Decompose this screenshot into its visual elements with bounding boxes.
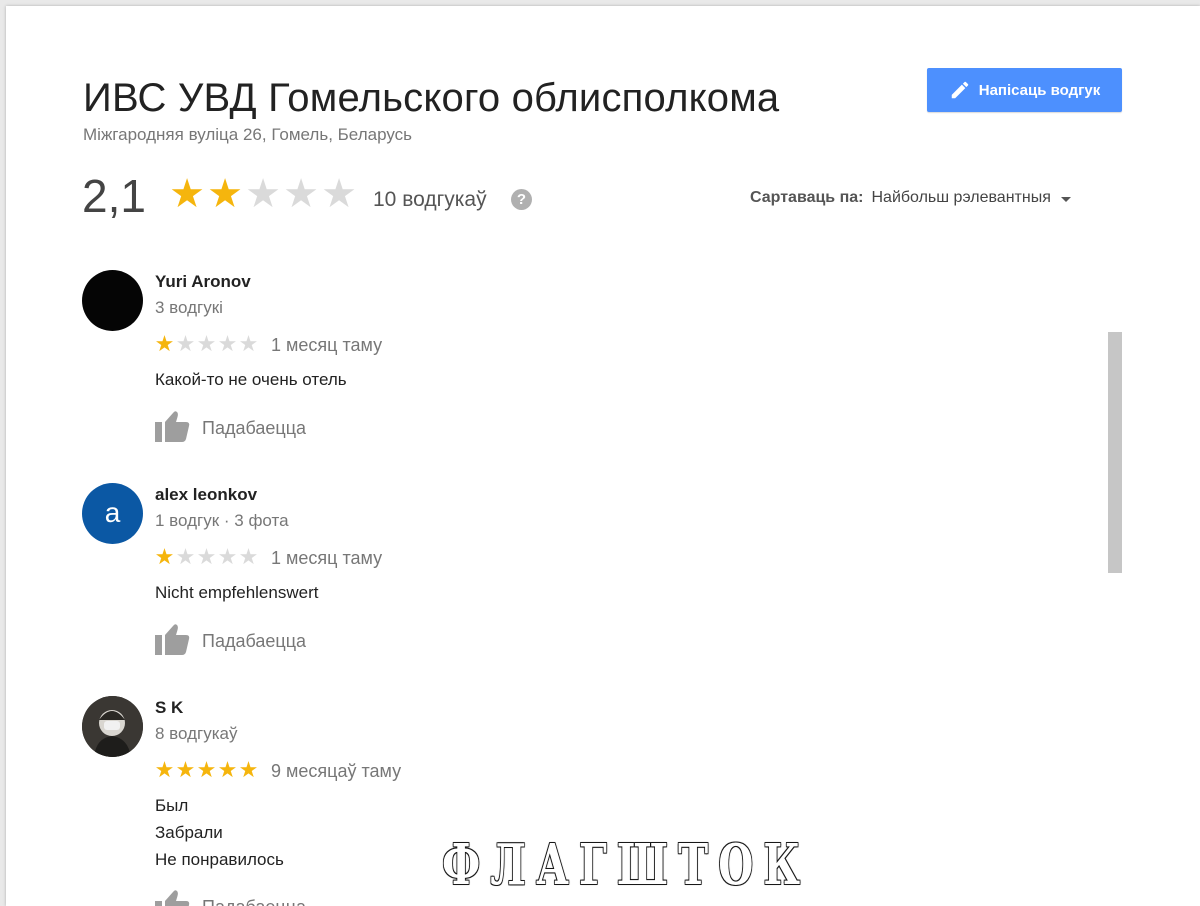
thumbs-up-icon bbox=[155, 889, 190, 906]
star-icon: ★ bbox=[217, 544, 238, 569]
star-icon: ★ bbox=[154, 544, 175, 569]
star-icon: ★ bbox=[175, 331, 196, 356]
avatar[interactable] bbox=[82, 270, 143, 331]
reviewer-name[interactable]: Yuri Aronov bbox=[155, 272, 251, 292]
review-text-line: Nicht empfehlenswert bbox=[155, 583, 319, 602]
star-icon: ★ bbox=[207, 172, 243, 216]
write-review-label: Напісаць водгук bbox=[978, 81, 1101, 99]
star-icon: ★ bbox=[175, 544, 196, 569]
review-stars: ★ ★ ★ ★ ★ bbox=[154, 758, 259, 782]
star-icon: ★ bbox=[217, 757, 238, 782]
review-text-line: Не понравилось bbox=[155, 850, 284, 869]
star-icon: ★ bbox=[196, 331, 217, 356]
star-icon: ★ bbox=[175, 757, 196, 782]
write-review-button[interactable]: Напісаць водгук bbox=[927, 68, 1122, 112]
sort-dropdown[interactable]: Сартаваць па: Найбольш рэлевантныя bbox=[750, 189, 1071, 207]
review-text-line: Забрали bbox=[155, 823, 223, 842]
star-icon: ★ bbox=[238, 544, 259, 569]
sort-value: Найбольш рэлевантныя bbox=[871, 189, 1051, 206]
avatar[interactable] bbox=[82, 696, 143, 757]
reviewer-meta: 8 водгукаў bbox=[155, 724, 238, 743]
avatar[interactable]: a bbox=[82, 483, 143, 544]
review-time: 9 месяцаў таму bbox=[271, 761, 402, 781]
review-stars: ★ ★ ★ ★ ★ bbox=[154, 545, 259, 569]
star-icon: ★ bbox=[245, 172, 281, 216]
page-title: ИВС УВД Гомельского облисполкома bbox=[83, 76, 780, 120]
reviews-dialog: ИВС УВД Гомельского облисполкома Міжгаро… bbox=[6, 6, 1200, 906]
thumbs-up-icon bbox=[155, 623, 190, 660]
scrollbar[interactable] bbox=[1108, 332, 1122, 573]
reviewer-name[interactable]: alex leonkov bbox=[155, 485, 257, 505]
star-icon: ★ bbox=[154, 757, 175, 782]
review-stars: ★ ★ ★ ★ ★ bbox=[154, 332, 259, 356]
star-icon: ★ bbox=[196, 757, 217, 782]
star-icon: ★ bbox=[196, 544, 217, 569]
like-button[interactable]: Падабаецца bbox=[155, 889, 306, 906]
like-label: Падабаецца bbox=[202, 631, 307, 651]
review-text-line: Какой-то не очень отель bbox=[155, 370, 347, 389]
reviewer-name[interactable]: S K bbox=[155, 698, 183, 718]
sort-label: Сартаваць па: bbox=[750, 189, 864, 206]
average-rating-stars: ★ ★ ★ ★ ★ bbox=[168, 174, 358, 214]
help-icon[interactable]: ? bbox=[511, 189, 532, 210]
review-time: 1 месяц таму bbox=[271, 335, 383, 355]
review-count[interactable]: 10 водгукаў bbox=[373, 188, 487, 212]
pencil-icon bbox=[949, 79, 971, 101]
review-time: 1 месяц таму bbox=[271, 548, 383, 568]
review-text: Какой-то не очень отель bbox=[155, 366, 347, 393]
like-button[interactable]: Падабаецца bbox=[155, 623, 306, 660]
reviewer-meta: 1 водгук · 3 фота bbox=[155, 511, 289, 530]
place-address: Міжгародняя вуліца 26, Гомель, Беларусь bbox=[83, 125, 412, 144]
like-label: Падабаецца bbox=[202, 418, 307, 438]
average-rating: 2,1 bbox=[82, 170, 146, 222]
star-icon: ★ bbox=[238, 331, 259, 356]
reviewer-meta: 3 водгукі bbox=[155, 298, 223, 317]
star-icon: ★ bbox=[238, 757, 259, 782]
like-button[interactable]: Падабаецца bbox=[155, 410, 306, 447]
star-icon: ★ bbox=[321, 172, 357, 216]
review-text-line: Был bbox=[155, 796, 189, 815]
chevron-down-icon bbox=[1060, 196, 1071, 202]
star-icon: ★ bbox=[154, 331, 175, 356]
watermark-logo: ФЛАГШТОК bbox=[442, 832, 811, 898]
review-text: Nicht empfehlenswert bbox=[155, 579, 318, 606]
star-icon: ★ bbox=[217, 331, 238, 356]
review-text: Был Забрали Не понравилось bbox=[155, 792, 284, 873]
star-icon: ★ bbox=[169, 172, 205, 216]
thumbs-up-icon bbox=[155, 410, 190, 447]
star-icon: ★ bbox=[283, 172, 319, 216]
